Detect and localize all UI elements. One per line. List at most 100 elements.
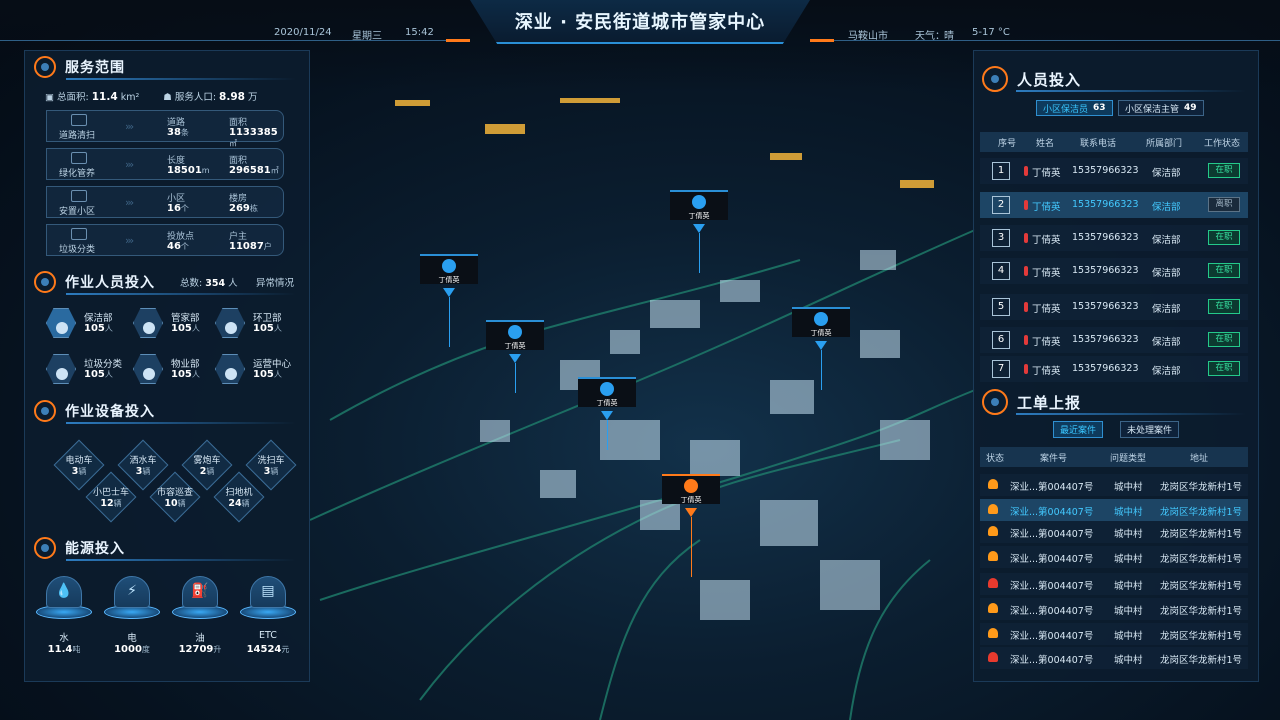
equipment-item[interactable]: 扫地机 24辆 <box>212 470 266 524</box>
section-underline <box>1016 413 1246 415</box>
case-number: 深业...第004407号 <box>1010 581 1094 592</box>
marker-label-box: 丁倩英 <box>670 190 728 220</box>
equipment-value: 10辆 <box>148 498 202 509</box>
map-marker[interactable]: 丁倩英 <box>578 377 636 450</box>
service-row-value1-num: 18501 <box>167 165 202 176</box>
equipment-title: 作业设备投入 <box>65 404 155 420</box>
case-number: 深业...第004407号 <box>1010 529 1094 540</box>
person-icon <box>1024 166 1028 176</box>
tab-supervisors[interactable]: 小区保洁主管 49 <box>1118 100 1204 116</box>
issue-type: 城中村 <box>1114 507 1143 518</box>
personnel-row[interactable]: 3 丁倩英 15357966323 保洁部 在职 <box>980 225 1248 251</box>
staff-item-unit: 人 <box>104 370 113 379</box>
header-weather: 晴 <box>944 31 954 42</box>
tab-cleaners[interactable]: 小区保洁员 63 <box>1036 100 1113 116</box>
energy-item[interactable]: ▤ ETC 14524元 <box>238 576 298 666</box>
workorder-row[interactable]: 深业...第004407号 城中村 龙岗区华龙新村1号 <box>980 546 1248 568</box>
staff-item-number: 105 <box>171 369 192 380</box>
alarm-bell-icon <box>988 551 998 561</box>
personnel-row[interactable]: 6 丁倩英 15357966323 保洁部 在职 <box>980 327 1248 353</box>
personnel-row[interactable]: 4 丁倩英 15357966323 保洁部 在职 <box>980 258 1248 284</box>
personnel-row[interactable]: 1 丁倩英 15357966323 保洁部 在职 <box>980 158 1248 184</box>
case-address: 龙岗区华龙新村1号 <box>1160 554 1243 565</box>
staff-item[interactable]: 物业部 105人 <box>133 350 213 390</box>
col-dept: 所属部门 <box>1146 139 1183 149</box>
staff-item[interactable]: 保洁部 105人 <box>46 304 126 344</box>
equipment-section-header: 作业设备投入 <box>34 400 155 422</box>
equipment-item[interactable]: 小巴士车 12辆 <box>84 470 138 524</box>
staff-item[interactable]: 运营中心 105人 <box>215 350 295 390</box>
personnel-row[interactable]: 7 丁倩英 15357966323 保洁部 在职 <box>980 356 1248 382</box>
workorder-row[interactable]: 深业...第004407号 城中村 龙岗区华龙新村1号 <box>980 499 1248 521</box>
workorder-row[interactable]: 深业...第004407号 城中村 龙岗区华龙新村1号 <box>980 521 1248 543</box>
tab-pending-cases[interactable]: 未处理案件 <box>1120 421 1180 438</box>
staff-item[interactable]: 管家部 105人 <box>133 304 213 344</box>
staff-item-number: 105 <box>84 323 105 334</box>
staff-item-name: 垃圾分类 <box>84 359 123 370</box>
tab-recent-cases[interactable]: 最近案件 <box>1053 421 1104 438</box>
person-icon <box>684 479 698 493</box>
workorder-row[interactable]: 深业...第004407号 城中村 龙岗区华龙新村1号 <box>980 598 1248 620</box>
col-status: 工作状态 <box>1204 139 1241 149</box>
person-icon <box>1024 233 1028 243</box>
staff-item-value: 105人 <box>171 323 200 334</box>
workorder-row[interactable]: 深业...第004407号 城中村 龙岗区华龙新村1号 <box>980 573 1248 595</box>
case-number: 深业...第004407号 <box>1010 482 1094 493</box>
service-row[interactable]: 安置小区 ››› 小区 楼房 16个 269栋 <box>46 186 284 218</box>
energy-unit: 吨 <box>72 645 81 654</box>
marker-stem <box>514 363 516 393</box>
marker-name: 丁倩英 <box>438 276 460 284</box>
service-row-value2-unit: 户 <box>263 242 272 251</box>
staff-section-header: 作业人员投入 <box>34 271 155 293</box>
personnel-row[interactable]: 5 丁倩英 15357966323 保洁部 在职 <box>980 294 1248 320</box>
service-row[interactable]: 道路清扫 ››› 道路 面积 38条 1133385㎡ <box>46 110 284 148</box>
service-row[interactable]: 绿化管养 ››› 长度 面积 18501m 296581㎡ <box>46 148 284 180</box>
header-weekday: 星期三 <box>352 31 382 42</box>
energy-item[interactable]: ⚡ 电 1000度 <box>102 576 162 666</box>
header-date: 2020/11/24 <box>274 27 332 38</box>
map-marker[interactable]: 丁倩英 <box>420 254 478 347</box>
energy-item[interactable]: ⛽ 油 12709升 <box>170 576 230 666</box>
equipment-name: 洒水车 <box>129 456 157 466</box>
map-marker[interactable]: 丁倩英 <box>792 307 850 390</box>
abnormal-link[interactable]: 异常情况 <box>256 275 294 289</box>
service-row-name: 道路清扫 <box>59 131 96 141</box>
service-row-value1-unit: 个 <box>180 204 189 213</box>
personnel-row[interactable]: 2 丁倩英 15357966323 保洁部 离职 <box>980 192 1248 218</box>
electric-icon: ⚡ <box>127 583 137 599</box>
arrow-icon: ››› <box>125 158 134 171</box>
workorder-row[interactable]: 深业...第004407号 城中村 龙岗区华龙新村1号 <box>980 474 1248 496</box>
manager-icon <box>133 308 163 338</box>
equipment-name: 雾炮车 <box>193 456 221 466</box>
icon-glyph <box>225 368 237 380</box>
energy-unit: 升 <box>213 645 222 654</box>
service-row-value2-unit: ㎡ <box>229 139 237 148</box>
marker-stem <box>606 420 608 450</box>
service-title: 服务范围 <box>65 60 125 76</box>
energy-number: 11.4 <box>47 644 73 655</box>
map-marker[interactable]: 丁倩英 <box>486 320 544 393</box>
section-underline <box>1016 90 1246 92</box>
person-name: 丁倩英 <box>1032 268 1061 279</box>
map-marker[interactable]: 丁倩英 <box>670 190 728 273</box>
marker-name: 丁倩英 <box>680 496 702 504</box>
staff-item[interactable]: 垃圾分类 105人 <box>46 350 126 390</box>
person-phone: 15357966323 <box>1072 301 1139 312</box>
workorder-row[interactable]: 深业...第004407号 城中村 龙岗区华龙新村1号 <box>980 623 1248 645</box>
workorder-row[interactable]: 深业...第004407号 城中村 龙岗区华龙新村1号 <box>980 647 1248 669</box>
status-badge: 在职 <box>1208 263 1240 278</box>
energy-item[interactable]: 💧 水 11.4吨 <box>34 576 94 666</box>
alarm-bell-icon <box>988 479 998 489</box>
staff-item[interactable]: 环卫部 105人 <box>215 304 295 344</box>
person-dept: 保洁部 <box>1152 202 1181 213</box>
marker-stem <box>690 517 692 577</box>
status-badge: 在职 <box>1208 163 1240 178</box>
header-city: 马鞍山市 <box>848 31 888 42</box>
map-marker[interactable]: 丁倩英 <box>662 474 720 577</box>
marker-name: 丁倩英 <box>504 342 526 350</box>
equipment-item[interactable]: 市容巡查 10辆 <box>148 470 202 524</box>
staff-item-number: 105 <box>253 323 274 334</box>
equipment-value: 12辆 <box>84 498 138 509</box>
service-row[interactable]: 垃圾分类 ››› 投放点 户主 46个 11087户 <box>46 224 284 256</box>
marker-name: 丁倩英 <box>810 329 832 337</box>
